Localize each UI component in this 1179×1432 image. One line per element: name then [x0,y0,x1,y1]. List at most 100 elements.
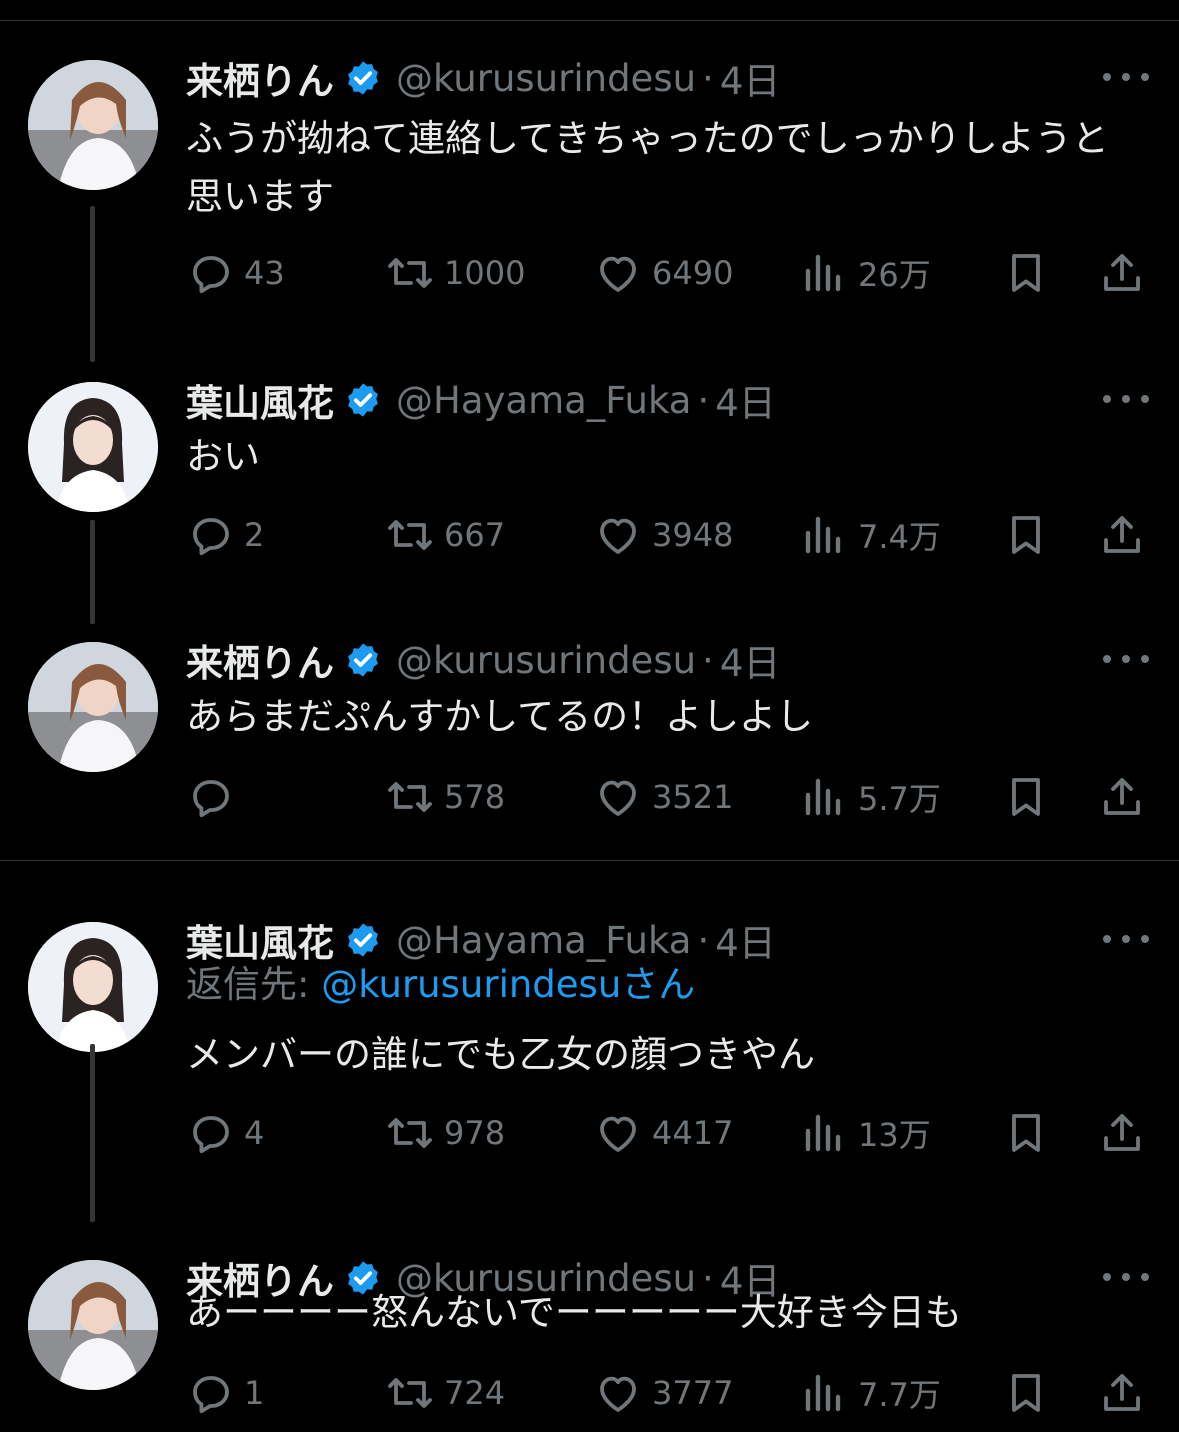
replying-to: 返信先: @kurusurindesuさん [186,954,695,1008]
share-button[interactable] [1098,1368,1146,1418]
like-button[interactable]: 3777 [594,1368,733,1418]
avatar[interactable] [28,1260,158,1390]
like-button[interactable]: 4417 [594,1108,733,1158]
views-icon [805,516,841,554]
bookmark-icon [1012,516,1040,554]
handle[interactable]: @kurusurindesu [396,639,696,682]
bookmark-button[interactable] [1002,1108,1050,1158]
tweet-text: ふうが拗ねて連絡してきちゃったのでしっかりしようと思います [186,117,1109,218]
tweet[interactable]: 葉山風花 @Hayama_Fuka · 4日 おい 2 667 3948 7.4… [0,322,1179,624]
avatar-rin-image [28,60,158,190]
share-button[interactable] [1098,1108,1146,1158]
views-button[interactable]: 7.7万 [800,1368,941,1418]
share-button[interactable] [1098,772,1146,822]
avatar[interactable] [28,60,158,190]
share-icon [1104,516,1140,553]
like-button[interactable]: 3948 [594,510,733,560]
separator [0,860,1179,861]
reply-button[interactable] [186,772,244,822]
view-count: 13万 [858,1116,931,1154]
share-icon [1104,1114,1140,1151]
tweet[interactable]: 来栖りん @kurusurindesu · 4日 あーーーー怒んないでーーーーー… [0,1200,1179,1432]
views-icon [805,1114,841,1152]
like-button[interactable]: 6490 [594,248,733,298]
handle[interactable]: @Hayama_Fuka [396,379,691,422]
bookmark-icon [1012,778,1040,816]
share-button[interactable] [1098,248,1146,298]
retweet-button[interactable]: 978 [386,1108,505,1158]
retweet-icon [388,1118,432,1148]
view-count: 7.7万 [858,1376,941,1414]
views-button[interactable]: 13万 [800,1108,931,1158]
reply-button[interactable]: 4 [186,1108,264,1158]
retweet-icon [388,782,432,812]
retweet-icon [388,1378,432,1408]
avatar[interactable] [28,382,158,512]
more-options-icon[interactable] [1103,648,1149,670]
retweet-button[interactable]: 724 [386,1368,505,1418]
like-button[interactable]: 3521 [594,772,733,822]
bookmark-button[interactable] [1002,248,1050,298]
timestamp[interactable]: 4日 [720,633,781,687]
timestamp[interactable]: 4日 [720,51,781,105]
reply-icon [193,256,229,294]
retweet-count: 978 [444,1114,506,1152]
display-name[interactable]: 来栖りん [186,633,334,687]
avatar-fuka-image [28,922,158,1052]
timestamp[interactable]: 4日 [715,373,776,427]
more-options-icon[interactable] [1103,66,1149,88]
bookmark-button[interactable] [1002,772,1050,822]
avatar[interactable] [28,922,158,1052]
verified-badge-icon [348,61,378,95]
like-count: 3521 [652,778,734,816]
more-options-icon[interactable] [1103,388,1149,410]
reply-count: 43 [244,254,285,292]
action-bar: 1 724 3777 7.7万 [186,1368,1146,1418]
dot-separator: · [697,378,710,422]
like-count: 3948 [652,516,734,554]
mention-suffix[interactable]: さん [621,963,695,1006]
bookmark-icon [1012,254,1040,292]
share-icon [1104,1374,1140,1411]
bookmark-button[interactable] [1002,1368,1050,1418]
views-button[interactable]: 26万 [800,248,931,298]
more-options-icon[interactable] [1103,928,1149,950]
view-count: 7.4万 [858,518,941,556]
avatar-rin-image [28,642,158,772]
timestamp[interactable]: 4日 [715,913,776,967]
replying-to-label: 返信先: [186,963,322,1006]
handle[interactable]: @kurusurindesu [396,57,696,100]
tweet-header: 来栖りん @kurusurindesu · 4日 [186,634,780,686]
tweet[interactable]: 葉山風花 @Hayama_Fuka · 4日 返信先: @kurusurinde… [0,862,1179,1222]
retweet-count: 724 [444,1374,506,1412]
dot-separator: · [702,638,714,682]
like-icon [600,1116,636,1152]
views-button[interactable]: 5.7万 [800,772,941,822]
tweet[interactable]: 来栖りん @kurusurindesu · 4日 ふうが拗ねて連絡してきちゃった… [0,0,1179,362]
reply-count: 1 [244,1374,265,1412]
bookmark-button[interactable] [1002,510,1050,560]
retweet-button[interactable]: 1000 [386,248,525,298]
like-icon [600,518,636,554]
avatar[interactable] [28,642,158,772]
reply-icon [193,1376,229,1414]
bookmark-icon [1012,1114,1040,1152]
views-button[interactable]: 7.4万 [800,510,941,560]
display-name[interactable]: 来栖りん [186,51,334,105]
reply-button[interactable]: 43 [186,248,285,298]
mention-link[interactable]: @kurusurindesu [321,963,621,1006]
retweet-button[interactable]: 578 [386,772,505,822]
retweet-button[interactable]: 667 [386,510,505,560]
verified-badge-icon [348,383,378,417]
like-count: 3777 [652,1374,734,1412]
like-icon [600,1376,636,1412]
display-name[interactable]: 葉山風花 [186,373,334,427]
view-count: 5.7万 [858,780,941,818]
view-count: 26万 [858,256,931,294]
tweet-text: おい [186,435,260,478]
tweet[interactable]: 来栖りん @kurusurindesu · 4日 あらまだぷんすかしてるの！よし… [0,582,1179,842]
reply-button[interactable]: 1 [186,1368,264,1418]
reply-button[interactable]: 2 [186,510,264,560]
retweet-icon [388,520,432,550]
share-button[interactable] [1098,510,1146,560]
